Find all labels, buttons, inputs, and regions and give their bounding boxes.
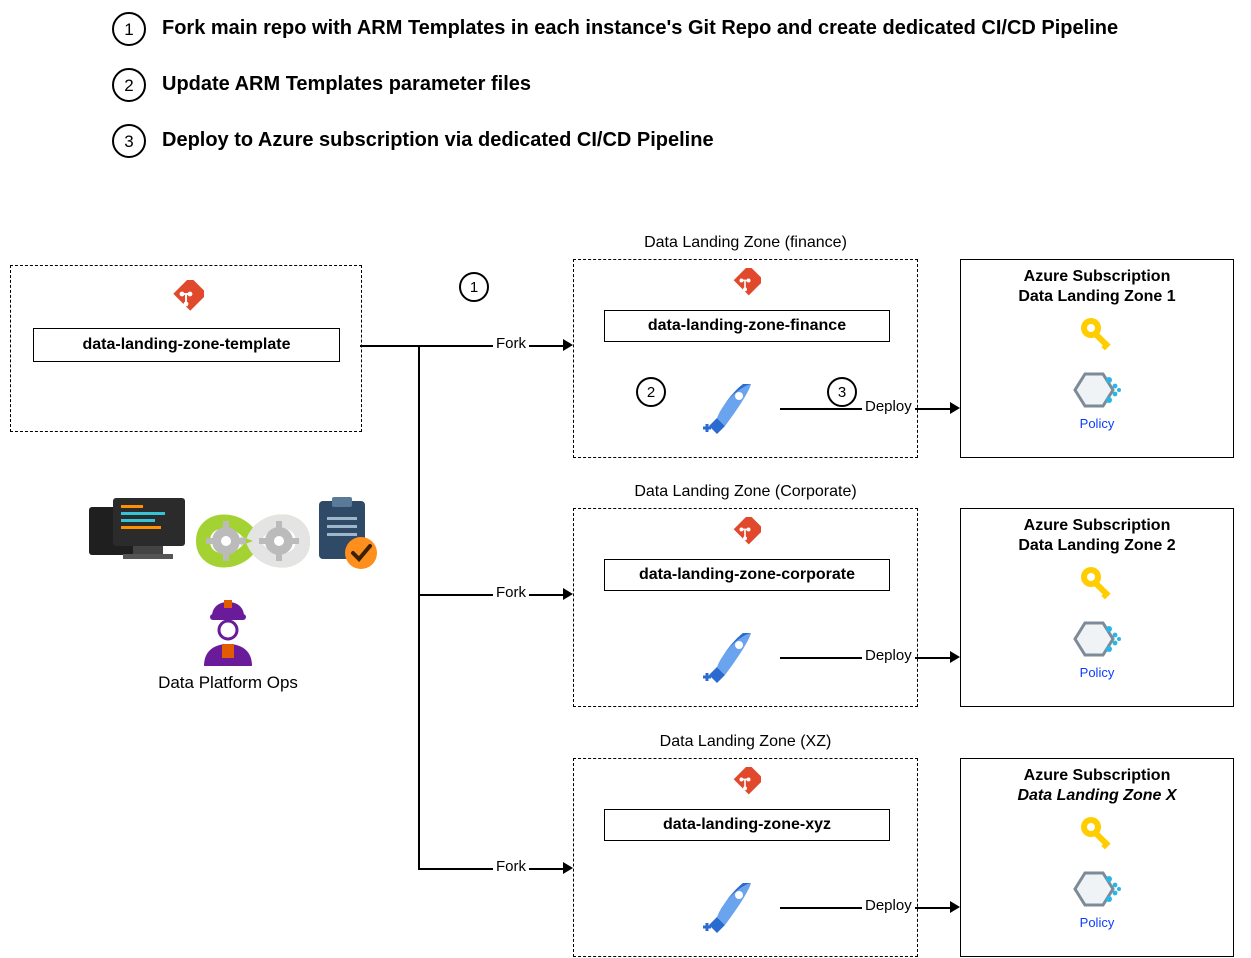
- fork-arrow: [418, 868, 563, 870]
- policy-label: Policy: [961, 915, 1233, 930]
- policy-icon: [1073, 619, 1121, 663]
- zone-title: Data Landing Zone (finance): [574, 234, 917, 252]
- subscription-box-x: Azure Subscription Data Landing Zone X P…: [960, 758, 1234, 957]
- callout-fork: 1: [459, 272, 489, 302]
- sub-line2: Data Landing Zone 2: [961, 537, 1233, 555]
- deploy-label: Deploy: [862, 647, 915, 664]
- fork-label: Fork: [493, 858, 529, 875]
- zone-box-finance: Data Landing Zone (finance) data-landing…: [573, 259, 918, 458]
- arrow-head-icon: [563, 588, 573, 600]
- deploy-label: Deploy: [862, 398, 915, 415]
- step-text: Update ARM Templates parameter files: [162, 68, 531, 98]
- policy-label: Policy: [961, 416, 1233, 431]
- sub-line1: Azure Subscription: [961, 517, 1233, 535]
- step-text: Fork main repo with ARM Templates in eac…: [162, 12, 1118, 42]
- fork-arrow: [418, 345, 563, 347]
- fork-label: Fork: [493, 584, 529, 601]
- step-circle: 1: [112, 12, 146, 46]
- devops-illustration-icon: [83, 495, 383, 591]
- key-icon: [1077, 813, 1117, 853]
- arrow-head-icon: [563, 339, 573, 351]
- zone-repo-name: data-landing-zone-corporate: [604, 559, 890, 591]
- ops-engineer-icon: [192, 598, 264, 670]
- git-icon: [168, 280, 204, 316]
- step-1: 1 Fork main repo with ARM Templates in e…: [112, 12, 1162, 46]
- zone-box-xz: Data Landing Zone (XZ) data-landing-zone…: [573, 758, 918, 957]
- arrow-head-icon: [563, 862, 573, 874]
- zone-repo-name: data-landing-zone-xyz: [604, 809, 890, 841]
- zone-box-corporate: Data Landing Zone (Corporate) data-landi…: [573, 508, 918, 707]
- zone-repo-name: data-landing-zone-finance: [604, 310, 890, 342]
- arrow-head-icon: [950, 901, 960, 913]
- zone-title: Data Landing Zone (XZ): [574, 733, 917, 751]
- key-icon: [1077, 314, 1117, 354]
- arrow-head-icon: [950, 402, 960, 414]
- step-text: Deploy to Azure subscription via dedicat…: [162, 124, 714, 154]
- subscription-box-1: Azure Subscription Data Landing Zone 1 P…: [960, 259, 1234, 458]
- sub-line2: Data Landing Zone 1: [961, 288, 1233, 306]
- callout-deploy: 3: [827, 377, 857, 407]
- callout-update: 2: [636, 377, 666, 407]
- step-circle: 2: [112, 68, 146, 102]
- steps-list: 1 Fork main repo with ARM Templates in e…: [112, 12, 1162, 180]
- diagram-canvas: 1 Fork main repo with ARM Templates in e…: [0, 0, 1251, 958]
- sub-line1: Azure Subscription: [961, 767, 1233, 785]
- sub-line1: Azure Subscription: [961, 268, 1233, 286]
- source-repo-box: data-landing-zone-template: [10, 265, 362, 432]
- fork-label: Fork: [493, 335, 529, 352]
- policy-icon: [1073, 370, 1121, 414]
- pipeline-rocket-icon: [699, 378, 757, 436]
- key-icon: [1077, 563, 1117, 603]
- sub-line2: Data Landing Zone X: [961, 787, 1233, 805]
- subscription-box-2: Azure Subscription Data Landing Zone 2 P…: [960, 508, 1234, 707]
- connector: [360, 345, 420, 347]
- git-icon: [729, 517, 761, 549]
- pipeline-rocket-icon: [699, 627, 757, 685]
- ops-label: Data Platform Ops: [153, 673, 303, 693]
- connector-trunk: [418, 346, 420, 870]
- source-repo-name: data-landing-zone-template: [33, 328, 340, 362]
- pipeline-rocket-icon: [699, 877, 757, 935]
- git-icon: [729, 268, 761, 300]
- step-2: 2 Update ARM Templates parameter files: [112, 68, 1162, 102]
- fork-arrow: [418, 594, 563, 596]
- arrow-head-icon: [950, 651, 960, 663]
- deploy-label: Deploy: [862, 897, 915, 914]
- git-icon: [729, 767, 761, 799]
- policy-icon: [1073, 869, 1121, 913]
- zone-title: Data Landing Zone (Corporate): [574, 483, 917, 501]
- policy-label: Policy: [961, 665, 1233, 680]
- step-3: 3 Deploy to Azure subscription via dedic…: [112, 124, 1162, 158]
- step-circle: 3: [112, 124, 146, 158]
